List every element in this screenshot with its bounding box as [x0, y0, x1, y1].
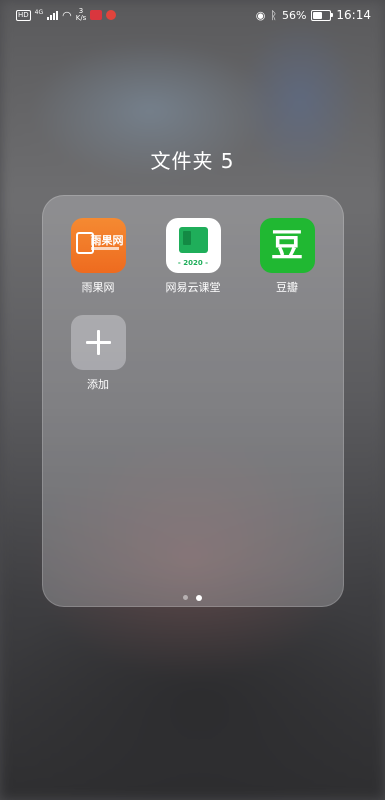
notification-app-icon-2: [106, 10, 117, 20]
app-label: 雨果网: [81, 281, 115, 294]
douban-glyph: 豆: [270, 226, 303, 264]
douban-icon[interactable]: 豆: [259, 218, 315, 273]
page-dot-1[interactable]: [183, 595, 188, 600]
app-yuguo[interactable]: 雨果网 雨果网: [58, 218, 138, 295]
network-speed: 3 K/s: [76, 8, 87, 22]
network-type: 4G: [34, 8, 44, 16]
netease-cloud-class-icon[interactable]: - 2020 -: [165, 218, 221, 273]
hd-badge: HD: [16, 9, 31, 21]
notification-app-icon: [90, 10, 103, 20]
folder-title[interactable]: 文件夹 5: [0, 145, 385, 174]
app-label: 添加: [87, 378, 109, 391]
wifi-icon: ◠: [62, 8, 72, 22]
app-label: 网易云课堂: [165, 281, 221, 294]
battery-percent: 56%: [281, 8, 307, 22]
clock: 16:14: [336, 8, 371, 22]
bluetooth-icon: ᚱ: [270, 8, 277, 22]
status-bar: HD 4G ◠ 3 K/s ◉ ᚱ 56% 16:14: [0, 0, 385, 32]
yuguo-icon-subtext: [90, 247, 119, 250]
yuguo-app-icon[interactable]: 雨果网: [70, 218, 126, 273]
add-icon[interactable]: [70, 315, 126, 370]
eye-comfort-icon: ◉: [255, 8, 266, 22]
app-netease-cloud-class[interactable]: - 2020 - 网易云课堂: [153, 218, 233, 295]
battery-fill: [313, 11, 323, 19]
page-indicator: [0, 594, 385, 601]
page-dot-2-active[interactable]: [196, 594, 202, 601]
signal-icon: [47, 10, 59, 20]
status-right: ◉ ᚱ 56% 16:14: [256, 8, 371, 22]
yuguo-icon-text: 雨果网: [90, 234, 124, 247]
app-add[interactable]: 添加: [58, 315, 138, 392]
status-left: HD 4G ◠ 3 K/s: [16, 8, 117, 22]
battery-icon: [311, 9, 334, 21]
folder-panel: 雨果网 雨果网 - 2020 - 网易云课堂 豆 豆瓣 添加: [42, 195, 344, 607]
book-icon: [178, 227, 208, 253]
app-label: 豆瓣: [276, 281, 298, 294]
icon-year-text: - 2020 -: [177, 259, 209, 267]
network-speed-unit: K/s: [75, 14, 87, 22]
plus-icon-vertical: [96, 330, 100, 355]
app-douban[interactable]: 豆 豆瓣: [247, 218, 327, 295]
